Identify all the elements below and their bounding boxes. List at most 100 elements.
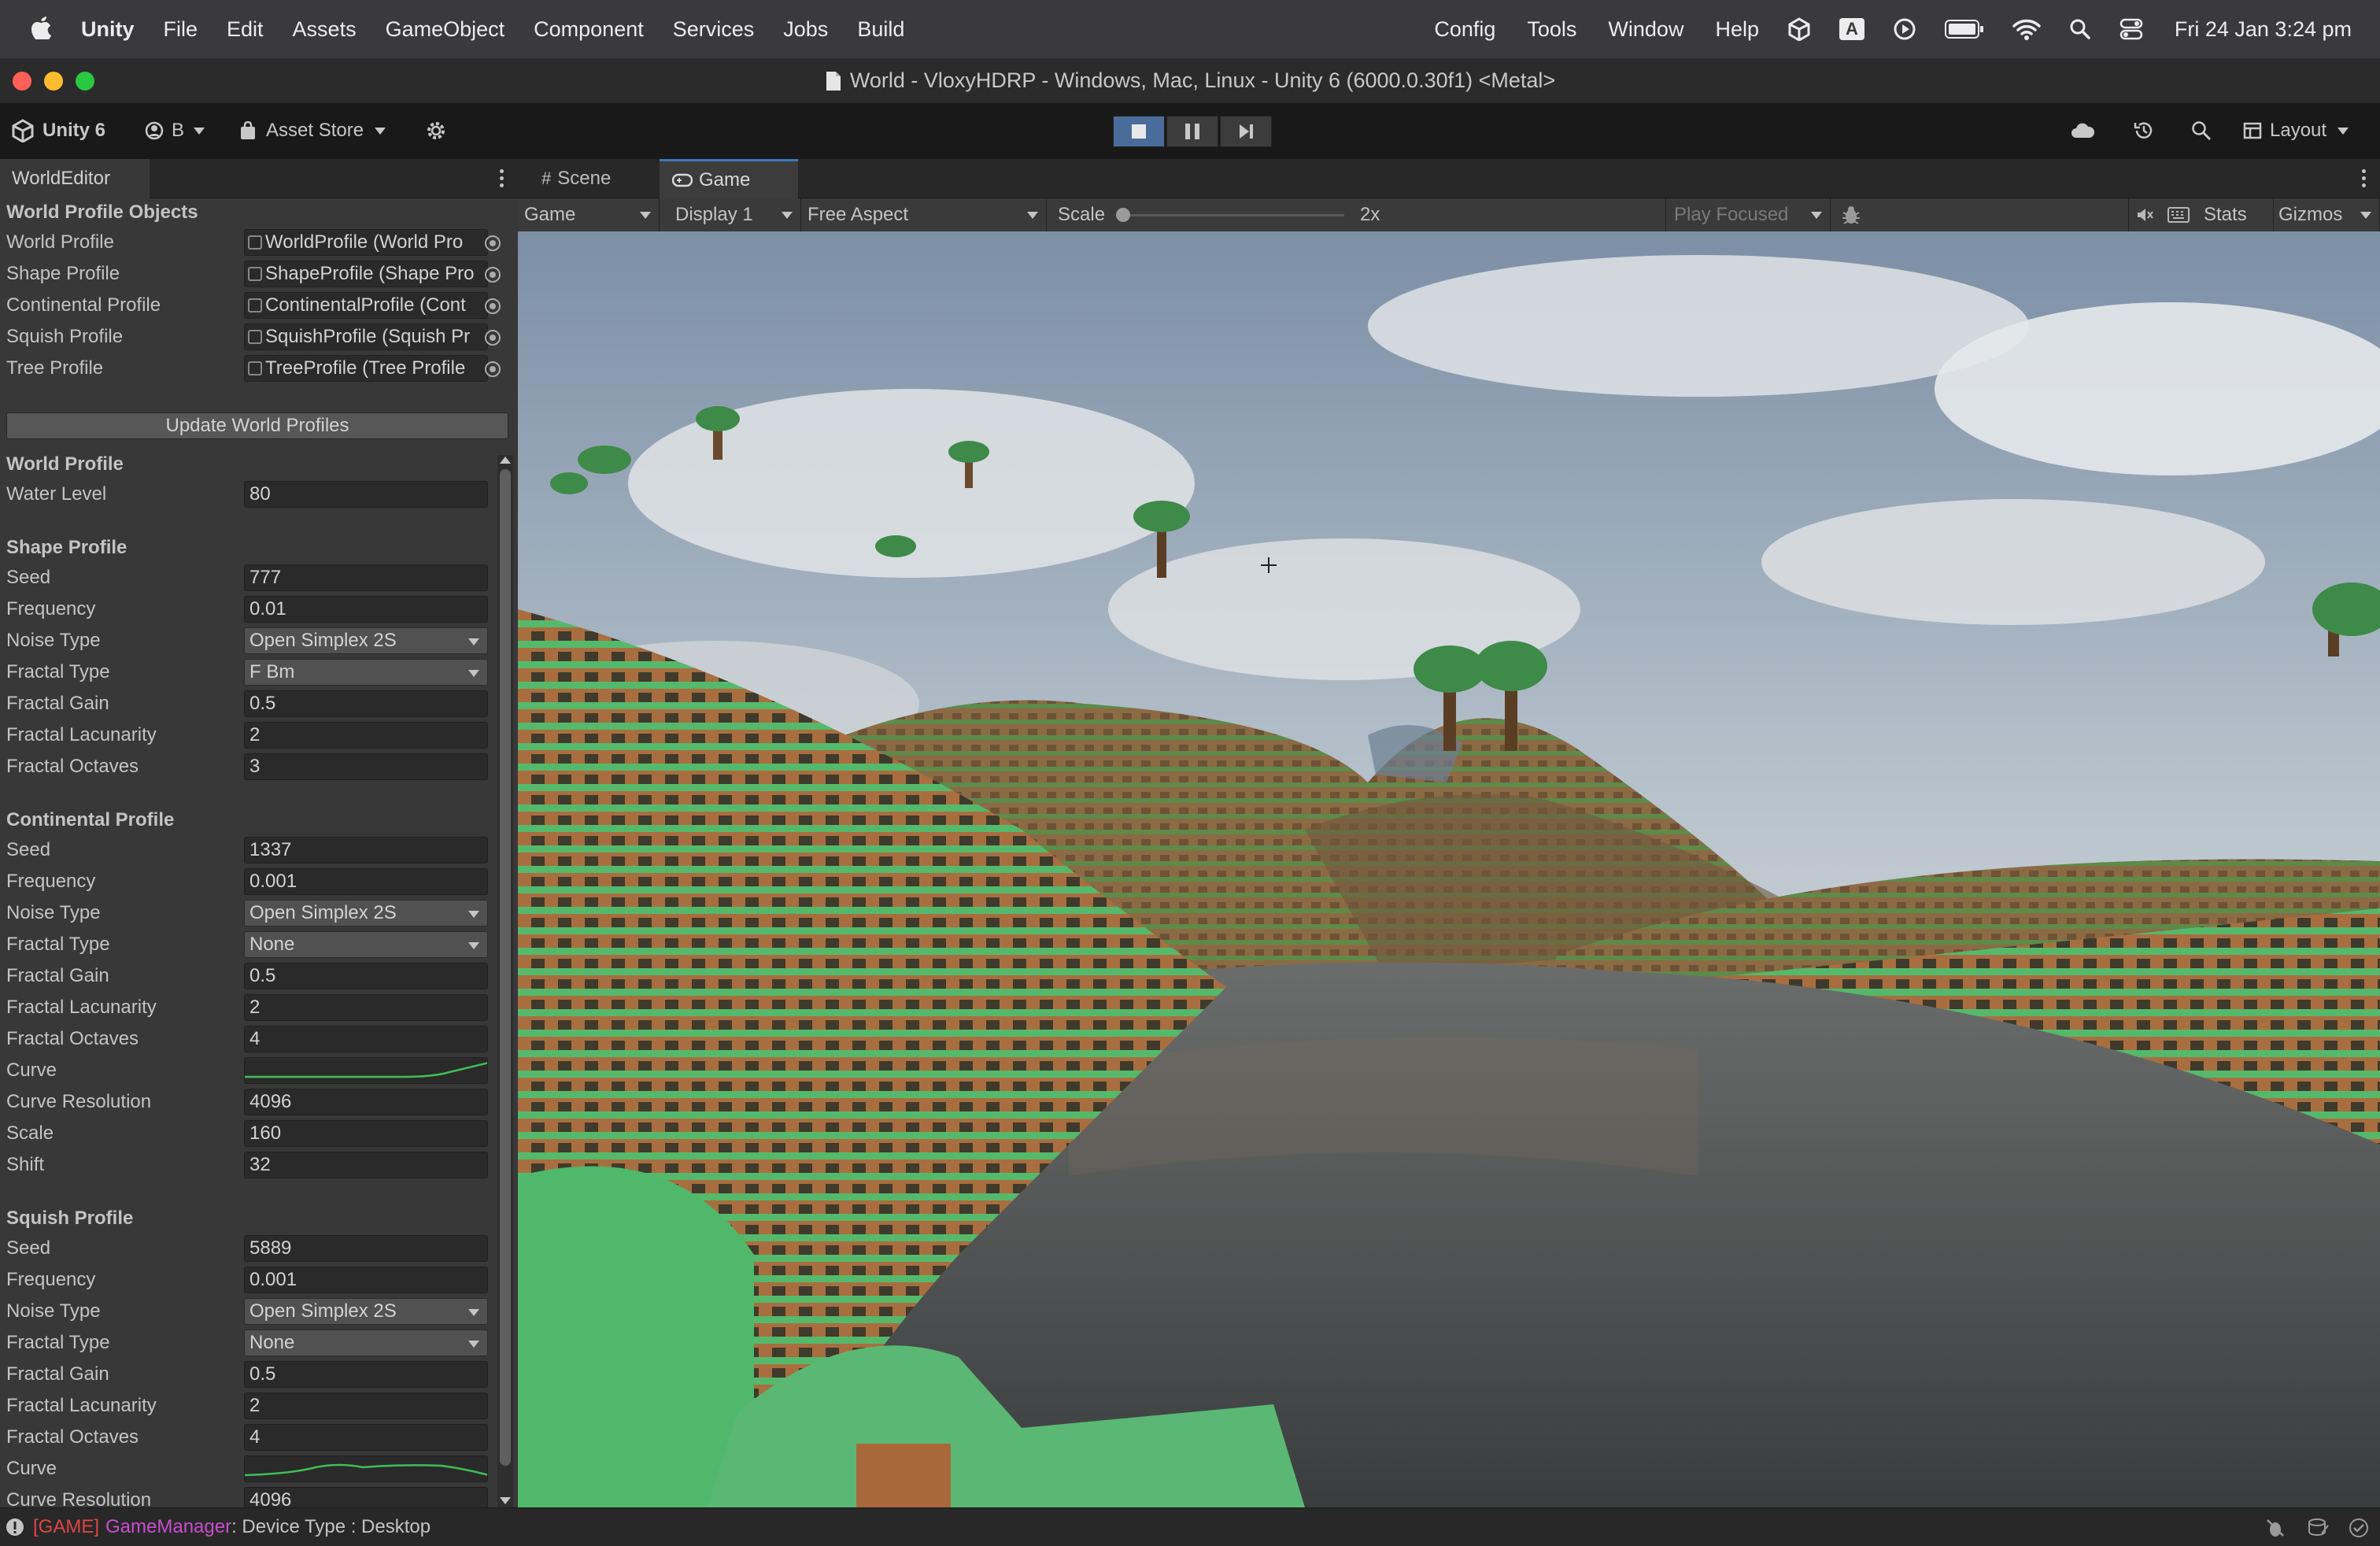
version-control-button[interactable] — [425, 115, 447, 146]
menu-build[interactable]: Build — [857, 17, 904, 42]
continental-curve-field[interactable] — [244, 1057, 488, 1084]
object-picker-icon[interactable] — [485, 298, 501, 314]
continental-fractal-gain-input[interactable]: 0.5 — [244, 963, 488, 989]
progress-done-icon[interactable] — [2349, 1518, 2369, 1538]
shape-noise-type-dropdown[interactable]: Open Simplex 2S — [244, 627, 488, 654]
stats-button[interactable]: Stats — [2204, 198, 2247, 231]
menu-services[interactable]: Services — [673, 17, 755, 42]
squish-profile-object-field[interactable]: SquishProfile (Squish Pr — [244, 324, 488, 350]
asset-store-dropdown[interactable]: Asset Store — [239, 115, 386, 146]
scale-slider[interactable] — [1116, 198, 1352, 231]
debug-off-icon[interactable] — [2265, 1518, 2286, 1538]
status-bar[interactable]: [GAME] GameManager : Device Type : Deskt… — [0, 1507, 2380, 1546]
shape-frequency-input[interactable]: 0.01 — [244, 596, 488, 623]
tab-world-editor[interactable]: WorldEditor — [0, 159, 150, 198]
cache-server-icon[interactable] — [2308, 1518, 2330, 1538]
continental-frequency-input[interactable]: 0.001 — [244, 868, 488, 895]
continental-fractal-octaves-input[interactable]: 4 — [244, 1026, 488, 1052]
minimize-window-button[interactable] — [44, 72, 63, 91]
zoom-window-button[interactable] — [76, 72, 94, 91]
play-mode-dropdown[interactable]: Play Focused — [1665, 198, 1831, 231]
squish-fractal-lacunarity-input[interactable]: 2 — [244, 1393, 488, 1419]
tab-game[interactable]: Game — [660, 159, 798, 198]
object-picker-icon[interactable] — [485, 235, 501, 251]
field-label: Seed — [6, 1237, 51, 1259]
game-viewport[interactable] — [518, 231, 2380, 1507]
menu-window[interactable]: Window — [1608, 17, 1683, 42]
shape-fractal-lacunarity-input[interactable]: 2 — [244, 722, 488, 749]
shape-seed-input[interactable]: 777 — [244, 564, 488, 591]
continental-seed-input[interactable]: 1337 — [244, 837, 488, 864]
step-button[interactable] — [1220, 116, 1272, 147]
squish-curve-field[interactable] — [244, 1455, 488, 1482]
continental-shift-input[interactable]: 32 — [244, 1152, 488, 1178]
shape-fractal-gain-input[interactable]: 0.5 — [244, 690, 488, 717]
debug-button[interactable] — [1837, 198, 1865, 231]
panel-menu-icon[interactable] — [500, 169, 504, 187]
world-profile-object-field[interactable]: WorldProfile (World Pro — [244, 229, 488, 256]
menu-edit[interactable]: Edit — [227, 17, 264, 42]
update-world-profiles-button[interactable]: Update World Profiles — [6, 412, 508, 439]
menu-component[interactable]: Component — [534, 17, 644, 42]
squish-fractal-octaves-input[interactable]: 4 — [244, 1424, 488, 1451]
object-picker-icon[interactable] — [485, 267, 501, 283]
shape-fractal-octaves-input[interactable]: 3 — [244, 753, 488, 780]
squish-fractal-gain-input[interactable]: 0.5 — [244, 1361, 488, 1388]
scroll-up-icon[interactable] — [500, 457, 511, 464]
continental-field-seed: Seed 1337 — [0, 834, 512, 866]
menu-app-name[interactable]: Unity — [81, 17, 135, 42]
object-picker-icon[interactable] — [485, 330, 501, 346]
account-dropdown[interactable]: B — [145, 115, 205, 146]
squish-fractal-type-dropdown[interactable]: None — [244, 1330, 488, 1356]
menu-config[interactable]: Config — [1434, 17, 1495, 42]
shape-fractal-type-dropdown[interactable]: F Bm — [244, 659, 488, 686]
squish-curve-resolution-input[interactable]: 4096 — [244, 1487, 488, 1507]
water-level-input[interactable]: 80 — [244, 481, 488, 508]
cloud-button[interactable] — [2070, 115, 2095, 146]
menu-help[interactable]: Help — [1715, 17, 1759, 42]
continental-fractal-lacunarity-input[interactable]: 2 — [244, 994, 488, 1021]
battery-icon[interactable] — [1944, 19, 1984, 39]
history-button[interactable] — [2133, 115, 2155, 146]
continental-scale-input[interactable]: 160 — [244, 1120, 488, 1147]
continental-noise-type-dropdown[interactable]: Open Simplex 2S — [244, 900, 488, 926]
menu-assets[interactable]: Assets — [293, 17, 357, 42]
object-picker-icon[interactable] — [485, 361, 501, 377]
menu-tools[interactable]: Tools — [1527, 17, 1576, 42]
play-circle-icon[interactable] — [1893, 17, 1916, 41]
squish-noise-type-dropdown[interactable]: Open Simplex 2S — [244, 1298, 488, 1325]
squish-seed-input[interactable]: 5889 — [244, 1235, 488, 1262]
aspect-dropdown[interactable]: Free Aspect — [801, 198, 1047, 231]
menu-gameobject[interactable]: GameObject — [386, 17, 505, 42]
gizmos-dropdown[interactable]: Gizmos — [2273, 198, 2380, 231]
close-window-button[interactable] — [13, 72, 31, 91]
continental-profile-object-field[interactable]: ContinentalProfile (Cont — [244, 292, 488, 319]
view-type-dropdown[interactable]: Game — [518, 198, 660, 231]
continental-fractal-type-dropdown[interactable]: None — [244, 931, 488, 958]
shortcuts-button[interactable] — [2163, 198, 2194, 231]
unity-status-icon[interactable] — [1787, 17, 1811, 41]
spotlight-search-icon[interactable] — [2069, 18, 2091, 40]
input-source-icon[interactable]: A — [1839, 18, 1864, 40]
unity-account-button[interactable]: Unity 6 — [11, 115, 105, 146]
stop-play-button[interactable] — [1113, 116, 1165, 147]
slider-handle[interactable] — [1116, 208, 1130, 222]
apple-icon[interactable] — [30, 14, 52, 45]
clock[interactable]: Fri 24 Jan 3:24 pm — [2175, 17, 2352, 42]
wifi-icon[interactable] — [2012, 18, 2041, 40]
tree-profile-object-field[interactable]: TreeProfile (Tree Profile — [244, 355, 488, 382]
object-field-value: WorldProfile (World Pro — [265, 231, 464, 253]
tab-scene[interactable]: # Scene — [529, 159, 623, 198]
squish-frequency-input[interactable]: 0.001 — [244, 1267, 488, 1293]
menu-jobs[interactable]: Jobs — [783, 17, 828, 42]
shape-profile-object-field[interactable]: ShapeProfile (Shape Pro — [244, 261, 488, 287]
display-dropdown[interactable]: Display 1 — [660, 198, 801, 231]
mute-audio-button[interactable] — [2128, 198, 2160, 231]
search-button[interactable] — [2191, 115, 2212, 146]
menu-file[interactable]: File — [164, 17, 198, 42]
pause-button[interactable] — [1166, 116, 1218, 147]
continental-curve-resolution-input[interactable]: 4096 — [244, 1089, 488, 1115]
panel-menu-icon[interactable] — [2362, 169, 2366, 187]
control-center-icon[interactable] — [2119, 17, 2143, 41]
layout-dropdown[interactable]: Layout — [2243, 115, 2349, 146]
